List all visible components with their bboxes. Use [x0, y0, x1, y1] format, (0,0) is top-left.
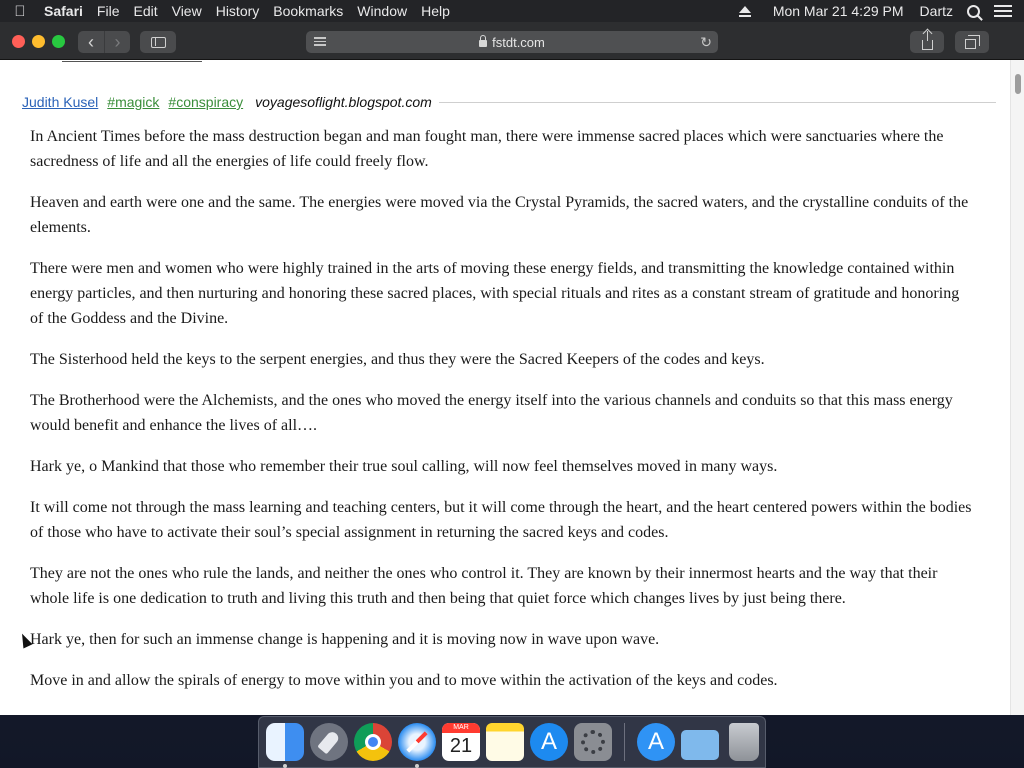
author-link[interactable]: Judith Kusel: [22, 94, 98, 110]
tag-link-conspiracy[interactable]: #conspiracy: [168, 94, 243, 110]
vertical-scrollbar[interactable]: [1010, 60, 1024, 715]
paragraph: Hark ye, o Mankind that those who rememb…: [30, 458, 778, 475]
post-meta: Judith Kusel #magick #conspiracy voyages…: [22, 92, 996, 112]
minimize-window-button[interactable]: [32, 35, 45, 48]
menu-app-name[interactable]: Safari: [40, 3, 90, 19]
menu-window[interactable]: Window: [350, 3, 414, 19]
navigation-buttons: ‹ ›: [78, 31, 130, 53]
applications-folder-icon[interactable]: A: [637, 723, 675, 761]
chrome-icon[interactable]: [354, 723, 392, 761]
safari-icon[interactable]: [398, 723, 436, 768]
share-icon: [921, 31, 933, 50]
app-store-icon[interactable]: A: [530, 723, 568, 761]
dock: MAR 21 A A: [258, 716, 766, 768]
url-text: fstdt.com: [492, 34, 545, 50]
paragraph: In Ancient Times before the mass destruc…: [30, 128, 944, 170]
dock-separator: [624, 723, 625, 761]
spotlight-search-icon[interactable]: [967, 4, 980, 18]
paragraph: They are not the ones who rule the lands…: [30, 565, 938, 607]
close-window-button[interactable]: [12, 35, 25, 48]
system-preferences-icon[interactable]: [574, 723, 612, 761]
running-indicator: [283, 764, 287, 768]
menu-view[interactable]: View: [165, 3, 209, 19]
paragraph: There were men and women who were highly…: [30, 260, 960, 327]
paragraph: Move in and allow the spirals of energy …: [30, 672, 778, 689]
paragraph: Hark ye, then for such an immense change…: [30, 631, 660, 648]
web-page-content: Judith Kusel #magick #conspiracy voyages…: [0, 60, 1010, 715]
menu-help[interactable]: Help: [414, 3, 457, 19]
calendar-month: MAR: [442, 723, 480, 733]
safari-window: ‹ › fstdt.com ↻ + Judith Kusel #magick #…: [0, 22, 1024, 715]
menubar-user[interactable]: Dartz: [912, 3, 961, 19]
post-source: voyagesoflight.blogspot.com: [255, 94, 432, 110]
eject-icon[interactable]: [738, 5, 751, 17]
menu-bar:  Safari File Edit View History Bookmark…: [0, 0, 1024, 22]
notes-icon[interactable]: [486, 723, 524, 761]
share-button[interactable]: [910, 31, 944, 53]
forward-button[interactable]: ›: [104, 31, 130, 53]
calendar-day: 21: [449, 735, 473, 757]
running-indicator: [415, 764, 419, 768]
paragraph: Heaven and earth were one and the same. …: [30, 194, 969, 236]
scrollbar-thumb[interactable]: [1015, 74, 1021, 94]
downloads-folder-icon[interactable]: [681, 730, 719, 760]
lock-icon: [479, 34, 488, 47]
tag-link-magick[interactable]: #magick: [107, 94, 159, 110]
menu-edit[interactable]: Edit: [126, 3, 164, 19]
reader-view-icon[interactable]: [314, 37, 326, 47]
notification-center-icon[interactable]: [994, 5, 1012, 17]
address-bar[interactable]: fstdt.com ↻: [306, 31, 718, 53]
fullscreen-window-button[interactable]: [52, 35, 65, 48]
menu-history[interactable]: History: [209, 3, 267, 19]
calendar-icon[interactable]: MAR 21: [442, 723, 480, 761]
menu-file[interactable]: File: [90, 3, 127, 19]
paragraph: The Brotherhood were the Alchemists, and…: [30, 392, 953, 434]
paragraph: It will come not through the mass learni…: [30, 499, 972, 541]
apple-menu-icon[interactable]: : [0, 3, 40, 20]
menu-bookmarks[interactable]: Bookmarks: [266, 3, 350, 19]
paragraph: The Sisterhood held the keys to the serp…: [30, 351, 765, 368]
tabs-icon: [964, 35, 980, 49]
back-button[interactable]: ‹: [78, 31, 104, 53]
browser-toolbar: ‹ › fstdt.com ↻: [0, 22, 1024, 60]
sidebar-icon: [150, 36, 166, 48]
sidebar-toggle-button[interactable]: [140, 31, 176, 53]
finder-icon[interactable]: [266, 723, 304, 768]
trash-icon[interactable]: [729, 723, 759, 761]
tab-overview-button[interactable]: [955, 31, 989, 53]
menubar-clock[interactable]: Mon Mar 21 4:29 PM: [765, 3, 912, 19]
reload-icon[interactable]: ↻: [700, 34, 712, 51]
meta-divider: [438, 101, 996, 103]
post-body: In Ancient Times before the mass destruc…: [30, 124, 975, 709]
launchpad-icon[interactable]: [310, 723, 348, 761]
cut-off-element: [62, 60, 202, 62]
